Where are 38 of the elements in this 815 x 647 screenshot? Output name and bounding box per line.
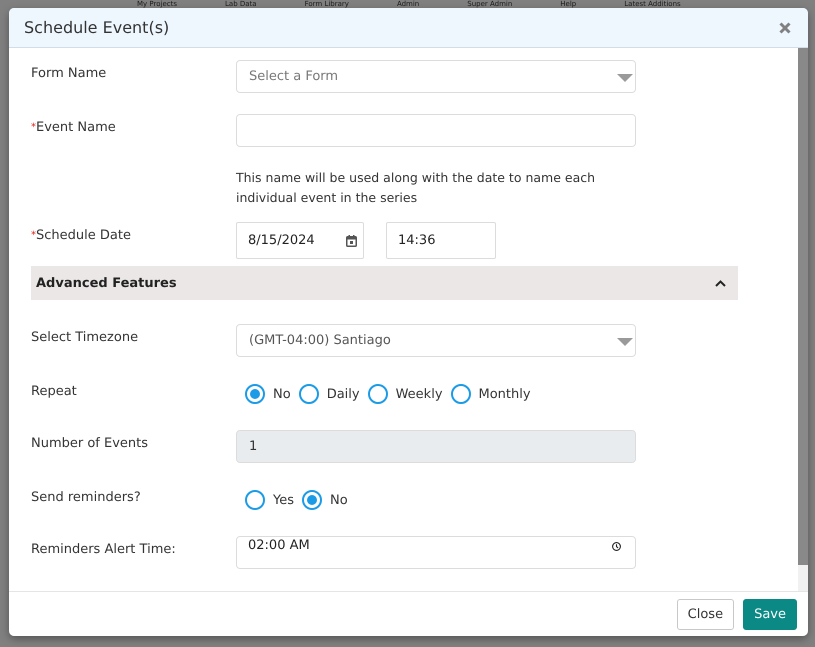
clock-icon: [612, 542, 621, 551]
radio-label[interactable]: Yes: [273, 492, 294, 508]
radio-label[interactable]: Weekly: [396, 386, 443, 402]
field-label: Repeat: [31, 383, 78, 401]
caret-down-icon: [617, 338, 633, 346]
section-header[interactable]: Advanced Features: [31, 266, 738, 300]
field-label: Reminders Alert Time:: [31, 541, 177, 559]
field-label: Number of Events: [31, 435, 150, 453]
date-field[interactable]: 8/15/2024: [236, 222, 364, 259]
close-button[interactable]: Close: [676, 599, 734, 630]
dropdown[interactable]: Select a Form: [236, 60, 636, 93]
caret-down-icon: [617, 74, 633, 82]
radio-label[interactable]: No: [273, 386, 291, 402]
dialog-title: Schedule Event(s): [24, 18, 170, 38]
time-field[interactable]: 02:00 AM: [236, 536, 636, 569]
help-text: This name will be used along with the date to name each individual event in the series: [236, 169, 596, 207]
radio-button[interactable]: [298, 384, 319, 404]
close-button[interactable]: [779, 22, 791, 34]
radio-label[interactable]: Daily: [326, 386, 360, 402]
field-label: Form Name: [31, 65, 108, 83]
calendar-icon: [346, 234, 357, 246]
radio-button[interactable]: [245, 490, 265, 510]
close-icon: [779, 22, 791, 34]
radio-label[interactable]: Monthly: [478, 386, 531, 402]
dropdown[interactable]: (GMT-04:00) Santiago: [236, 324, 636, 357]
chevron-up-icon: [715, 280, 726, 286]
text-field[interactable]: [236, 114, 636, 147]
radio-button[interactable]: [450, 384, 471, 404]
radio-label[interactable]: No: [330, 492, 348, 508]
radio-button[interactable]: [245, 384, 265, 404]
time-field[interactable]: 14:36: [386, 222, 496, 259]
field-label: *Event Name: [31, 119, 117, 137]
field-label: *Schedule Date: [31, 227, 132, 245]
field-label: Select Timezone: [31, 329, 140, 347]
field-label: Send reminders?: [31, 489, 142, 507]
save-button[interactable]: Save: [743, 599, 797, 630]
radio-button[interactable]: [368, 384, 388, 404]
radio-button[interactable]: [302, 490, 322, 510]
